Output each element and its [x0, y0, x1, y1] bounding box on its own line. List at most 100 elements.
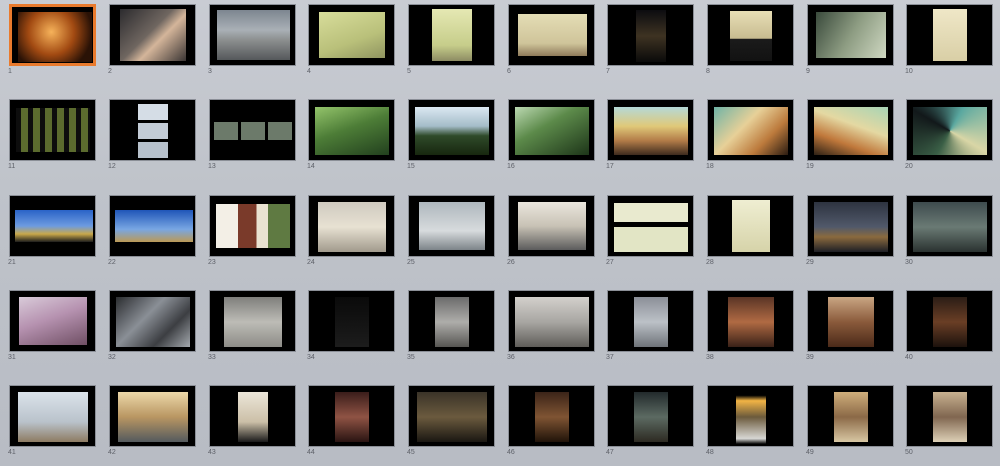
photo-metal-bowl [834, 392, 868, 442]
slide-number: 8 [706, 68, 710, 75]
photo-gallery-table [518, 14, 587, 56]
photo-forest-figure [315, 107, 389, 155]
slide-number: 2 [108, 68, 112, 75]
slide-thumbnail[interactable] [707, 99, 794, 161]
slide-number: 5 [407, 68, 411, 75]
slide-thumbnail[interactable] [607, 385, 694, 447]
photo-dark-copper [933, 297, 967, 347]
slide-thumbnail[interactable] [807, 385, 894, 447]
slide-thumbnail[interactable] [408, 290, 495, 352]
slide-number: 43 [208, 449, 216, 456]
slide-number: 35 [407, 354, 415, 361]
slide-thumbnail[interactable] [707, 195, 794, 257]
photo-silver-form [515, 297, 589, 347]
slide-grid: 1 2 3 4 5 6 7 8 9 10 11 12 13 14 15 16 17 18 19 20 21 22 23 24 2… [0, 0, 1000, 466]
photo-steel-frame [116, 297, 190, 347]
photo-contact-grid [16, 108, 90, 152]
slide-number: 4 [307, 68, 311, 75]
photo-studio-desk [518, 202, 586, 250]
slide-number: 13 [208, 163, 216, 170]
slide-number: 18 [706, 163, 714, 170]
slide-thumbnail[interactable] [308, 99, 395, 161]
slide-thumbnail[interactable] [9, 195, 96, 257]
slide-thumbnail[interactable] [109, 385, 196, 447]
slide-thumbnail[interactable] [408, 195, 495, 257]
slide-number: 37 [606, 354, 614, 361]
photo-wood-structure [828, 297, 874, 347]
slide-thumbnail[interactable] [109, 290, 196, 352]
slide-thumbnail[interactable] [707, 385, 794, 447]
slide-thumbnail[interactable] [807, 195, 894, 257]
slide-thumbnail[interactable] [408, 99, 495, 161]
slide-thumbnail[interactable] [109, 99, 196, 161]
slide-thumbnail[interactable] [209, 195, 296, 257]
photo-white-car [217, 10, 290, 60]
slide-thumbnail[interactable] [807, 99, 894, 161]
slide-thumbnail[interactable] [607, 290, 694, 352]
photo-dim-room [535, 392, 569, 442]
photo-stacked-stones [634, 392, 668, 442]
photo-copper-room [728, 297, 774, 347]
photo-courtyard-2 [913, 202, 987, 252]
slide-thumbnail[interactable] [508, 195, 595, 257]
photo-candle-glass [736, 390, 766, 444]
photo-device-on-table [319, 12, 385, 58]
photo-dark-vessel [335, 392, 369, 442]
slide-thumbnail[interactable] [308, 4, 395, 66]
slide-thumbnail[interactable] [906, 195, 993, 257]
slide-thumbnail[interactable] [906, 385, 993, 447]
slide-number: 25 [407, 259, 415, 266]
slide-thumbnail[interactable] [607, 195, 694, 257]
slide-number: 32 [108, 354, 116, 361]
slide-thumbnail[interactable] [308, 385, 395, 447]
slide-thumbnail[interactable] [707, 290, 794, 352]
slide-thumbnail[interactable] [508, 4, 595, 66]
slide-thumbnail[interactable] [607, 99, 694, 161]
slide-thumbnail[interactable] [906, 290, 993, 352]
slide-number: 9 [806, 68, 810, 75]
slide-thumbnail[interactable] [209, 385, 296, 447]
slide-thumbnail[interactable] [508, 290, 595, 352]
slide-thumbnail[interactable] [9, 385, 96, 447]
slide-number: 27 [606, 259, 614, 266]
slide-thumbnail[interactable] [109, 4, 196, 66]
slide-thumbnail[interactable] [9, 99, 96, 161]
slide-thumbnail[interactable] [807, 290, 894, 352]
slide-thumbnail[interactable] [308, 195, 395, 257]
slide-thumbnail[interactable] [408, 4, 495, 66]
slide-number: 14 [307, 163, 315, 170]
photo-dark-machine [730, 11, 772, 61]
slide-thumbnail[interactable] [9, 290, 96, 352]
slide-thumbnail[interactable] [408, 385, 495, 447]
photo-dark-strand [335, 297, 369, 347]
photo-hanging-object [933, 9, 967, 61]
slide-thumbnail[interactable] [508, 385, 595, 447]
photo-double-sky-2 [115, 210, 193, 242]
photo-three-horizontal [214, 122, 292, 140]
photo-curtain-light [634, 297, 668, 347]
slide-thumbnail[interactable] [209, 290, 296, 352]
slide-thumbnail[interactable] [508, 99, 595, 161]
slide-thumbnail[interactable] [209, 99, 296, 161]
slide-thumbnail[interactable] [9, 4, 96, 66]
slide-thumbnail[interactable] [707, 4, 794, 66]
photo-white-room [318, 202, 386, 252]
photo-projector-green [816, 12, 886, 58]
slide-number: 48 [706, 449, 714, 456]
slide-number: 29 [806, 259, 814, 266]
slide-thumbnail[interactable] [209, 4, 296, 66]
photo-warm-performance [18, 12, 92, 62]
slide-thumbnail[interactable] [906, 4, 993, 66]
slide-number: 26 [507, 259, 515, 266]
slide-thumbnail[interactable] [807, 4, 894, 66]
slide-number: 19 [806, 163, 814, 170]
photo-hanging-sphere [435, 297, 469, 347]
slide-thumbnail[interactable] [906, 99, 993, 161]
photo-object-pale [732, 200, 770, 252]
slide-thumbnail[interactable] [607, 4, 694, 66]
slide-thumbnail[interactable] [109, 195, 196, 257]
photo-three-vertical [138, 104, 168, 158]
slide-number: 10 [905, 68, 913, 75]
slide-number: 38 [706, 354, 714, 361]
slide-thumbnail[interactable] [308, 290, 395, 352]
